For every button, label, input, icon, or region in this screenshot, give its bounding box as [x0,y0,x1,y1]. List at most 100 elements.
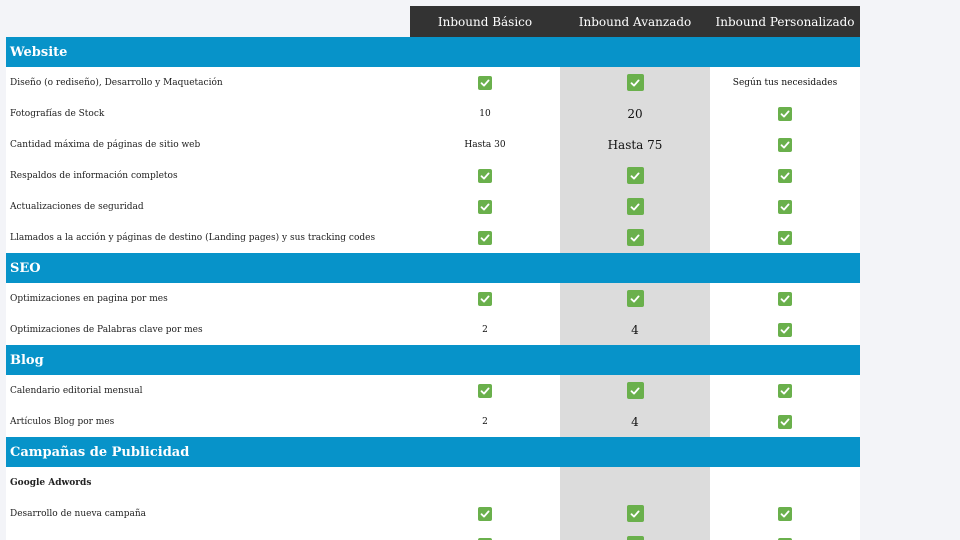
plan-cell [710,375,860,406]
cell-value: Hasta 30 [464,139,506,150]
cell-value: 4 [631,414,639,429]
plan-cell [410,191,560,222]
plan-cell [410,160,560,191]
check-icon [778,137,792,152]
plan-cell [710,283,860,314]
check-icon [626,229,644,246]
plan-cell [710,129,860,160]
cell-value: 2 [482,324,488,335]
feature-label: Cantidad máxima de páginas de sitio web [10,139,201,150]
feature-label: Llamados a la acción y páginas de destin… [10,232,376,243]
table-header: Inbound Básico Inbound Avanzado Inbound … [6,6,860,37]
table-row: Actualizaciones de seguridad [6,191,860,222]
plan-cell [710,467,860,498]
check-icon [478,291,492,306]
section-header: Blog [6,345,860,375]
plan-cell [410,283,560,314]
check-icon [626,536,644,540]
check-icon [478,230,492,245]
check-icon [626,382,644,399]
check-icon [626,167,644,184]
plan-cell [710,160,860,191]
table-row: Optimizaciones de Palabras clave por mes… [6,314,860,345]
cell-value: 10 [479,108,491,119]
feature-label: Diseño (o rediseño), Desarrollo y Maquet… [10,77,223,88]
cell-value: Hasta 75 [607,137,663,152]
plan-cell [560,498,710,529]
feature-label: Optimizaciones de Palabras clave por mes [10,324,203,335]
check-icon [478,383,492,398]
cell-value: Según tus necesidades [732,77,838,88]
plan-cell: 20 [560,98,710,129]
plan-cell [560,529,710,540]
page-background [860,0,960,540]
plan-cell [410,498,560,529]
plan-cell [560,375,710,406]
section-header: Campañas de Publicidad [6,437,860,467]
plan-cell: Según tus necesidades [710,67,860,98]
plan-cell [410,222,560,253]
plan-cell: 4 [560,406,710,437]
table-body: Website Diseño (o rediseño), Desarrollo y… [6,37,860,540]
table-row: Llamados a la acción y páginas de destin… [6,222,860,253]
plan-header-personalizado: Inbound Personalizado [710,6,860,37]
check-icon [778,414,792,429]
check-icon [778,199,792,214]
plan-cell [710,498,860,529]
check-icon [778,506,792,521]
table-row: Google Adwords [6,467,860,498]
cell-value: 20 [627,106,643,121]
check-icon [778,291,792,306]
check-icon [778,168,792,183]
feature-label: Fotografías de Stock [10,108,105,119]
plan-cell [560,467,710,498]
feature-label: Actualizaciones de seguridad [10,201,144,212]
check-icon [626,290,644,307]
check-icon [478,199,492,214]
feature-label [6,529,410,540]
plan-cell: 10 [410,98,560,129]
feature-label: Google Adwords [10,477,92,488]
table-row: Optimizaciones en pagina por mes [6,283,860,314]
table-row: Calendario editorial mensual [6,375,860,406]
check-icon [478,506,492,521]
cell-value: 2 [482,416,488,427]
plan-cell: Hasta 75 [560,129,710,160]
section-header: Website [6,37,860,67]
plan-cell [710,222,860,253]
feature-label: Calendario editorial mensual [10,385,143,396]
header-spacer [6,6,410,37]
plan-cell [560,191,710,222]
table-row: Respaldos de información completos [6,160,860,191]
plan-header-basico: Inbound Básico [410,6,560,37]
table-row [6,529,860,540]
plan-cell [560,160,710,191]
plan-cell [560,222,710,253]
check-icon [778,383,792,398]
check-icon [626,74,644,91]
table-row: Fotografías de Stock 10 20 [6,98,860,129]
section-header: SEO [6,253,860,283]
check-icon [478,75,492,90]
table-row: Diseño (o rediseño), Desarrollo y Maquet… [6,67,860,98]
pricing-comparison-table: Inbound Básico Inbound Avanzado Inbound … [6,6,860,540]
plan-cell [710,98,860,129]
plan-cell [410,529,560,540]
check-icon [626,198,644,215]
feature-label: Desarrollo de nueva campaña [10,508,146,519]
plan-cell [710,191,860,222]
plan-cell: 4 [560,314,710,345]
cell-value: 4 [631,322,639,337]
plan-cell [710,406,860,437]
table-row: Desarrollo de nueva campaña [6,498,860,529]
check-icon [478,168,492,183]
feature-label: Optimizaciones en pagina por mes [10,293,168,304]
table-row: Artículos Blog por mes 2 4 [6,406,860,437]
check-icon [778,322,792,337]
plan-cell: 2 [410,314,560,345]
plan-cell [710,529,860,540]
plan-cell [410,467,560,498]
plan-cell: Hasta 30 [410,129,560,160]
table-row: Cantidad máxima de páginas de sitio web H… [6,129,860,160]
plan-cell [410,375,560,406]
